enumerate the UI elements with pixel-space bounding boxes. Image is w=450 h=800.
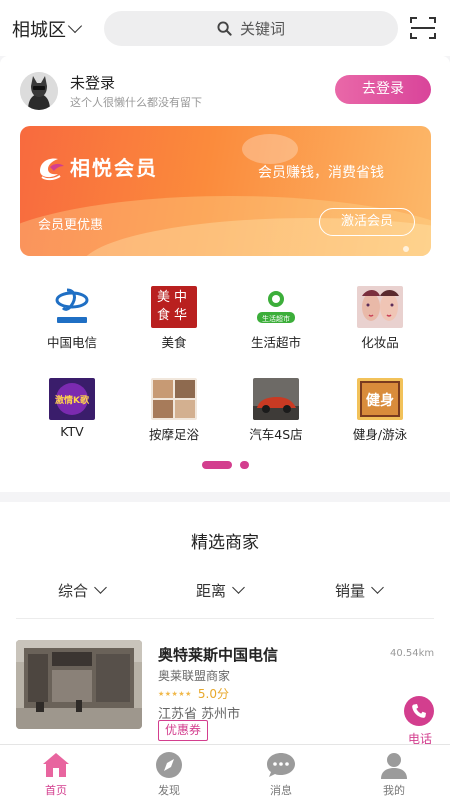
- sort-sales[interactable]: 销量: [335, 580, 384, 601]
- phone-icon[interactable]: [404, 696, 434, 726]
- fitness-sign-icon: 健身: [357, 378, 403, 420]
- search-icon: [217, 21, 232, 36]
- pager-dot[interactable]: [240, 461, 249, 469]
- scan-icon[interactable]: [410, 16, 436, 40]
- user-signature: 这个人很懒什么都没有留下: [70, 96, 202, 109]
- category-cosmetics[interactable]: 化妆品: [332, 286, 428, 351]
- massage-photo-icon: [151, 378, 197, 420]
- chevron-down-icon: [94, 581, 107, 594]
- category-massage[interactable]: 按摩足浴: [126, 378, 222, 443]
- brand-logo: 相悦会员: [36, 152, 158, 181]
- tab-messages[interactable]: 消息: [241, 750, 321, 798]
- banner-bubble: [242, 134, 298, 164]
- merchant-name: 奥特莱斯中国电信: [158, 646, 279, 664]
- chevron-down-icon: [371, 581, 384, 594]
- banner-page-dot: [403, 246, 409, 252]
- user-icon: [354, 750, 434, 780]
- user-name: 未登录: [70, 74, 116, 92]
- app-screen: 相城区 关键词 未登录 这个人很懒什么都没有留下 去登录 相悦会员 会员赚钱，消…: [0, 0, 450, 800]
- food-sign-icon: 美中 食华: [151, 286, 197, 328]
- banner-subtitle: 会员更优惠: [38, 218, 104, 233]
- coupon-badge[interactable]: 优惠券: [158, 720, 209, 741]
- tab-label: 首页: [45, 784, 67, 797]
- category-label: 美食: [161, 335, 187, 350]
- rating-score: 5.0分: [197, 687, 229, 701]
- merchant-rating: ★★★★★ 5.0分: [158, 685, 229, 702]
- rating-stars: ★★★★★: [158, 689, 192, 698]
- avatar-image: [20, 72, 58, 110]
- fitness-sign-text: 健身: [366, 392, 394, 409]
- chevron-down-icon: [67, 18, 83, 34]
- category-food[interactable]: 美中 食华 美食: [126, 286, 222, 351]
- tab-home[interactable]: 首页: [16, 750, 96, 798]
- category-label: KTV: [60, 424, 84, 439]
- category-ktv[interactable]: 激情K歌 KTV: [24, 378, 120, 439]
- sort-distance[interactable]: 距离: [196, 580, 245, 601]
- merchant-distance: 40.54km: [390, 648, 435, 659]
- home-icon: [16, 750, 96, 780]
- user-card: 未登录 这个人很懒什么都没有留下 去登录 相悦会员 会员赚钱，消费省钱 会员更优…: [0, 56, 450, 256]
- activate-member-button[interactable]: 激活会员: [319, 208, 415, 236]
- food-sign-line: 食华: [156, 308, 191, 323]
- car-photo-icon: [253, 378, 299, 420]
- tab-mine[interactable]: 我的: [354, 750, 434, 798]
- chat-icon: [241, 750, 321, 780]
- cosmetics-photo-icon: [357, 286, 403, 328]
- sort-label: 距离: [196, 582, 227, 600]
- pager-dot-active[interactable]: [202, 461, 232, 469]
- merchant-type: 奥莱联盟商家: [158, 669, 231, 683]
- brand-name: 相悦会员: [70, 156, 158, 180]
- supermarket-sign-text: 生活超市: [262, 314, 290, 323]
- ktv-sign-icon: 激情K歌: [49, 378, 95, 420]
- tab-discover[interactable]: 发现: [129, 750, 209, 798]
- search-placeholder: 关键词: [239, 20, 285, 38]
- sort-label: 销量: [335, 582, 366, 600]
- category-grid: 中国电信 美中 食华 美食 生活超市 生活超市 化妆品 激情K歌 KTV 按摩足…: [0, 256, 450, 492]
- tab-label: 发现: [158, 784, 180, 797]
- category-fitness[interactable]: 健身 健身/游泳: [332, 378, 428, 443]
- brand-mark-icon: [40, 158, 64, 180]
- ktv-sign-text: 激情K歌: [55, 394, 90, 406]
- merchant-card[interactable]: 奥特莱斯中国电信 40.54km 奥莱联盟商家 ★★★★★ 5.0分 江苏省 苏…: [0, 632, 450, 746]
- membership-banner[interactable]: 相悦会员 会员赚钱，消费省钱 会员更优惠 激活会员: [20, 126, 431, 256]
- login-button[interactable]: 去登录: [335, 75, 431, 104]
- category-label: 按摩足浴: [148, 427, 199, 442]
- top-bar: 相城区 关键词: [0, 0, 450, 56]
- china-telecom-icon: [49, 286, 95, 328]
- supermarket-icon: 生活超市: [253, 286, 299, 328]
- chevron-down-icon: [232, 581, 245, 594]
- tab-label: 消息: [270, 784, 292, 797]
- tab-label: 我的: [383, 784, 405, 797]
- category-china-telecom[interactable]: 中国电信: [24, 286, 120, 351]
- banner-slogan: 会员赚钱，消费省钱: [258, 165, 384, 181]
- bottom-tab-bar: 首页 发现 消息 我的: [0, 744, 450, 800]
- category-pager: [202, 461, 249, 469]
- avatar[interactable]: [20, 72, 58, 110]
- category-label: 汽车4S店: [249, 427, 303, 442]
- section-title: 精选商家: [191, 533, 259, 553]
- category-label: 化妆品: [361, 335, 399, 350]
- compass-icon: [129, 750, 209, 780]
- city-label: 相城区: [12, 20, 66, 41]
- category-supermarket[interactable]: 生活超市 生活超市: [228, 286, 324, 351]
- featured-merchants: 精选商家 综合 距离 销量 奥特莱斯中国电信 40.54km 奥莱联盟商家 ★★…: [0, 502, 450, 746]
- sort-label: 综合: [58, 582, 89, 600]
- category-label: 中国电信: [46, 335, 97, 350]
- city-selector[interactable]: 相城区: [12, 16, 83, 42]
- category-car-4s[interactable]: 汽车4S店: [228, 378, 324, 443]
- category-label: 健身/游泳: [352, 427, 408, 442]
- food-sign-line: 美中: [156, 290, 191, 305]
- sort-comprehensive[interactable]: 综合: [58, 580, 107, 601]
- merchant-photo: [16, 640, 142, 729]
- divider: [16, 618, 434, 619]
- category-label: 生活超市: [250, 335, 301, 350]
- search-input[interactable]: 关键词: [104, 11, 398, 46]
